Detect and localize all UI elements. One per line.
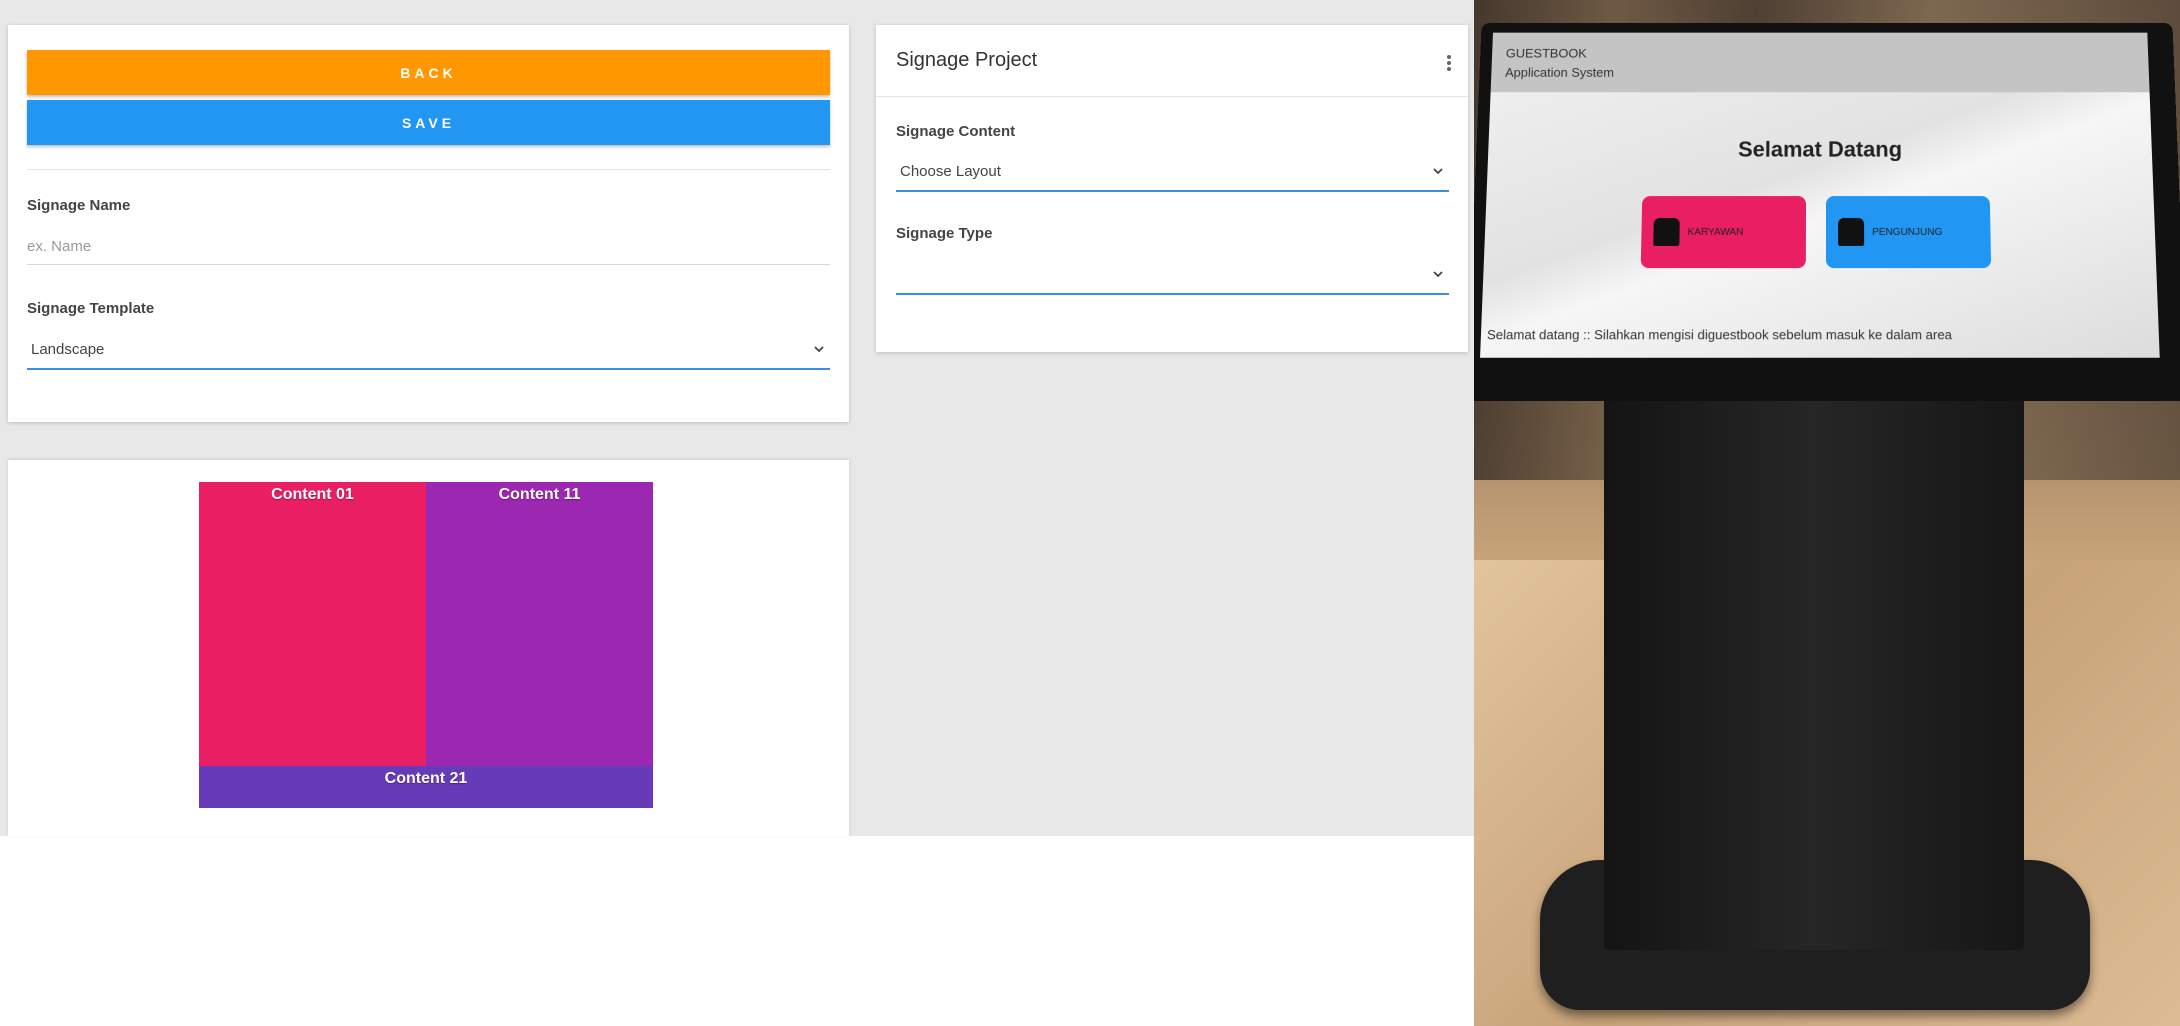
content-zone-11[interactable]: Content 11 [426,482,653,766]
save-button[interactable]: SAVE [27,100,830,145]
layout-preview-card: Content 01 Content 11 Content 21 [8,460,849,836]
kiosk-pillar [1604,390,2024,950]
more-vertical-icon[interactable] [1444,53,1454,71]
content-zone-01[interactable]: Content 01 [199,482,426,766]
employee-label: KARYAWAN [1687,226,1744,238]
content-zone-21[interactable]: Content 21 [199,766,653,808]
signage-template-label: Signage Template [27,300,155,317]
kiosk-display-frame: GUESTBOOK Application System Selamat Dat… [1474,23,2180,402]
employee-button: KARYAWAN [1640,196,1807,269]
kiosk-header: GUESTBOOK Application System [1490,32,2150,93]
kiosk-ticker: Selamat datang :: Silahkan mengisi digue… [1486,326,1953,343]
chevron-down-icon [814,346,824,353]
zone-label: Content 01 [271,486,354,503]
signage-project-card: Signage Project Signage Content Choose L… [876,25,1468,352]
kiosk-header-line1: GUESTBOOK [1505,46,1587,61]
user-icon [1653,217,1680,246]
chevron-down-icon [1433,271,1443,278]
signage-form-card: BACK SAVE Signage Name Signage Template … [8,25,849,422]
signage-editor: BACK SAVE Signage Name Signage Template … [0,0,2180,1026]
kiosk-welcome-title: Selamat Datang [1737,136,1903,162]
kiosk-preview-image: GUESTBOOK Application System Selamat Dat… [1474,0,2180,1026]
back-button[interactable]: BACK [27,50,830,95]
signage-name-label: Signage Name [27,197,131,214]
divider [876,96,1468,97]
signage-name-input[interactable] [27,229,830,265]
chevron-down-icon [1433,168,1443,175]
project-title: Signage Project [896,49,1038,71]
zone-label: Content 11 [498,486,581,503]
visitor-icon [1838,217,1865,246]
signage-template-value: Landscape [31,340,105,358]
visitor-label: PENGUNJUNG [1872,226,1943,238]
signage-template-select[interactable]: Landscape [27,330,830,370]
visitor-button: PENGUNJUNG [1825,196,1992,269]
signage-content-label: Signage Content [896,123,1016,140]
layout-preview: Content 01 Content 11 Content 21 [199,482,653,808]
signage-content-select[interactable]: Choose Layout [896,152,1449,192]
signage-content-value: Choose Layout [900,162,1001,180]
signage-type-label: Signage Type [896,225,993,242]
kiosk-header-line2: Application System [1504,65,1615,80]
zone-label: Content 21 [384,770,468,787]
signage-type-select[interactable] [896,255,1449,295]
kiosk-screen: GUESTBOOK Application System Selamat Dat… [1480,32,2160,358]
divider [27,169,830,170]
